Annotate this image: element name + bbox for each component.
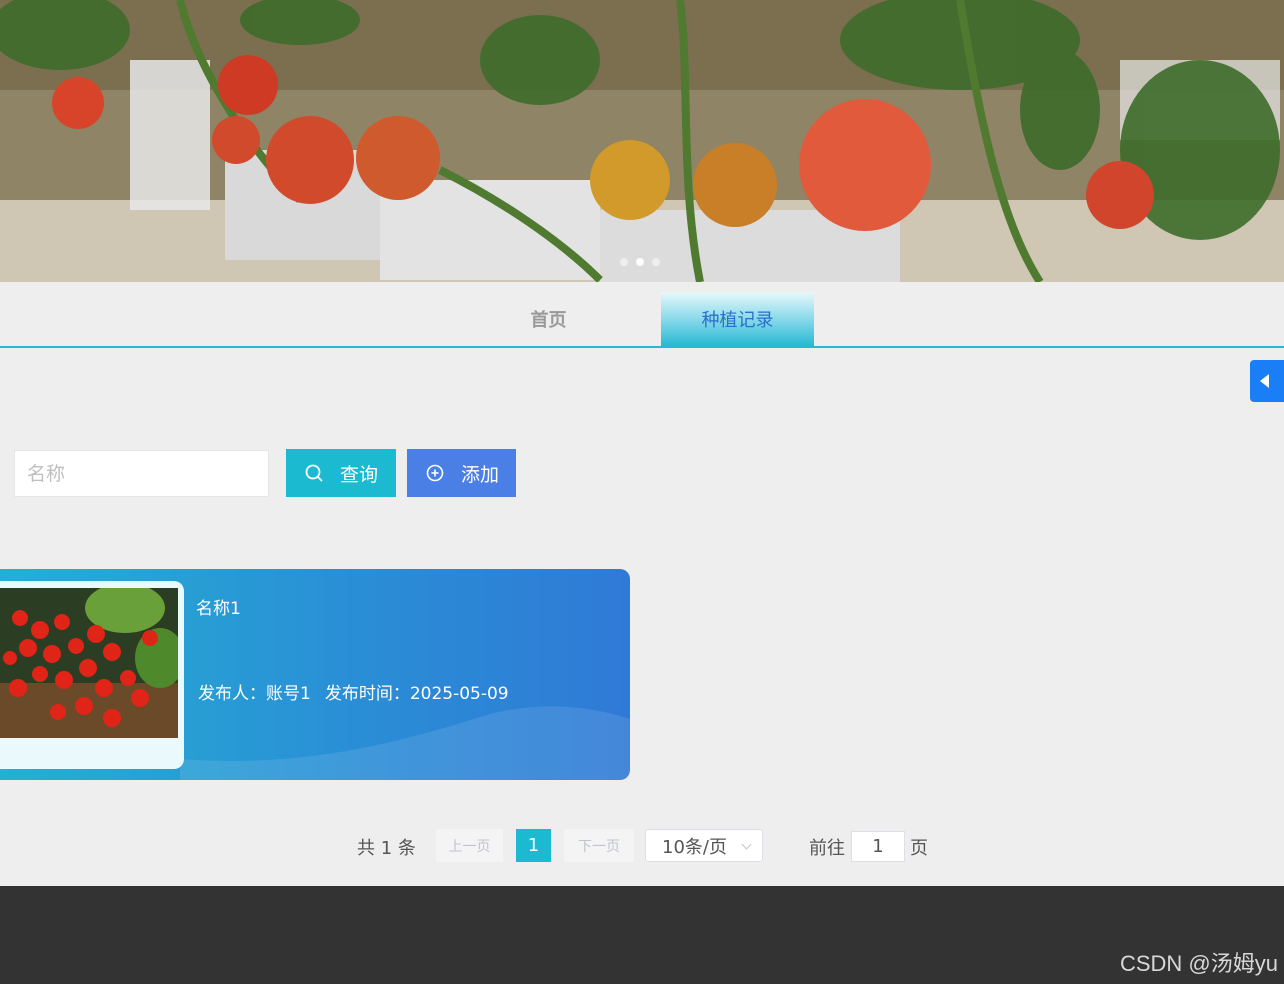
banner-carousel[interactable]	[0, 0, 1284, 282]
nav-item-planting-records[interactable]: 种植记录	[661, 292, 814, 346]
record-meta: 发布人：账号1 发布时间：2025-05-09	[198, 679, 509, 704]
prev-page-button[interactable]: 上一页	[436, 829, 503, 862]
pagination-total: 共 1 条	[357, 838, 416, 859]
record-publisher: 发布人：账号1	[198, 684, 311, 704]
goto-label: 前往	[809, 838, 845, 859]
page-suffix-label: 页	[910, 838, 928, 859]
add-button-label: 添加	[461, 463, 500, 486]
caret-left-icon	[1260, 374, 1269, 388]
search-icon	[305, 464, 323, 482]
cherry-tomatoes-image	[0, 588, 178, 738]
carousel-dot-active[interactable]	[636, 258, 644, 266]
add-button[interactable]: 添加	[407, 449, 516, 497]
name-search-input[interactable]	[14, 450, 269, 497]
query-button[interactable]: 查询	[286, 449, 396, 497]
query-button-label: 查询	[340, 463, 379, 486]
nav-item-home[interactable]: 首页	[472, 292, 625, 346]
record-title[interactable]: 名称1	[196, 594, 241, 619]
carousel-dot[interactable]	[620, 258, 628, 266]
carousel-dots[interactable]	[620, 258, 660, 266]
tomato-banner-image	[0, 0, 1284, 282]
footer	[0, 886, 1284, 984]
watermark: CSDN @汤姆yu	[1119, 951, 1278, 976]
record-publish-time: 发布时间：2025-05-09	[324, 684, 509, 704]
carousel-dot[interactable]	[652, 258, 660, 266]
record-image[interactable]	[0, 588, 178, 738]
page-size-select[interactable]: 10条/页	[645, 829, 763, 862]
side-toggle-button[interactable]	[1250, 360, 1284, 402]
plus-circle-icon	[426, 464, 444, 482]
chevron-down-icon	[741, 839, 752, 850]
goto-page-input[interactable]	[851, 831, 905, 862]
top-nav: 首页 种植记录	[0, 282, 1284, 348]
page-size-value: 10条/页	[662, 836, 727, 858]
page-number-current[interactable]: 1	[516, 829, 551, 862]
record-card[interactable]: 名称1 发布人：账号1 发布时间：2025-05-09	[0, 569, 630, 780]
next-page-button[interactable]: 下一页	[564, 829, 634, 862]
pagination: 共 1 条 上一页 1 下一页 10条/页 前往 页	[0, 829, 1284, 863]
